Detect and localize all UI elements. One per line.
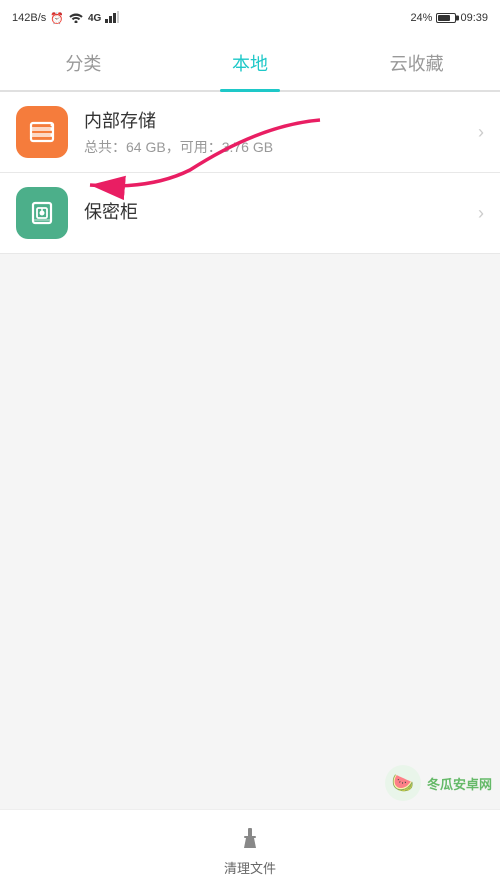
- tab-local[interactable]: 本地: [167, 36, 334, 90]
- watermark-logo: 🍉: [385, 765, 421, 801]
- tab-categories[interactable]: 分类: [0, 36, 167, 90]
- list-container: 内部存储 总共：64 GB，可用：3.76 GB ›: [0, 92, 500, 254]
- tab-cloud[interactable]: 云收藏: [333, 36, 500, 90]
- clean-files-button[interactable]: 清理文件: [224, 822, 276, 877]
- network-speed: 142B/s: [12, 12, 46, 24]
- clock: 09:39: [460, 12, 488, 24]
- storage-icon: [16, 106, 68, 158]
- safe-icon: [16, 187, 68, 239]
- safe-text: 保密柜: [84, 198, 470, 228]
- bottom-bar: 清理文件: [0, 809, 500, 889]
- storage-text: 内部存储 总共：64 GB，可用：3.76 GB: [84, 107, 470, 157]
- signal-4g: 4G: [88, 13, 101, 24]
- signal-bar: [105, 11, 119, 26]
- storage-subtitle: 总共：64 GB，可用：3.76 GB: [84, 137, 470, 157]
- wifi-icon: [68, 11, 84, 26]
- alarm-icon: ⏰: [50, 12, 64, 25]
- safe-title: 保密柜: [84, 198, 470, 224]
- battery-icon: [436, 13, 456, 23]
- clean-files-label: 清理文件: [224, 858, 276, 877]
- battery-percent: 24%: [410, 12, 432, 24]
- list-item-safe-box[interactable]: 保密柜 ›: [0, 173, 500, 254]
- app-container: 142B/s ⏰ 4G 24% 09:39: [0, 0, 500, 889]
- status-bar: 142B/s ⏰ 4G 24% 09:39: [0, 0, 500, 36]
- watermark-label: 冬瓜安卓网: [427, 774, 492, 793]
- broom-icon: [234, 822, 266, 854]
- status-right: 24% 09:39: [410, 12, 488, 24]
- status-left: 142B/s ⏰ 4G: [12, 11, 119, 26]
- storage-arrow: ›: [478, 122, 484, 143]
- safe-arrow: ›: [478, 203, 484, 224]
- storage-title: 内部存储: [84, 107, 470, 133]
- tab-bar: 分类 本地 云收藏: [0, 36, 500, 92]
- watermark: 🍉 冬瓜安卓网: [385, 765, 492, 801]
- list-item-internal-storage[interactable]: 内部存储 总共：64 GB，可用：3.76 GB ›: [0, 92, 500, 173]
